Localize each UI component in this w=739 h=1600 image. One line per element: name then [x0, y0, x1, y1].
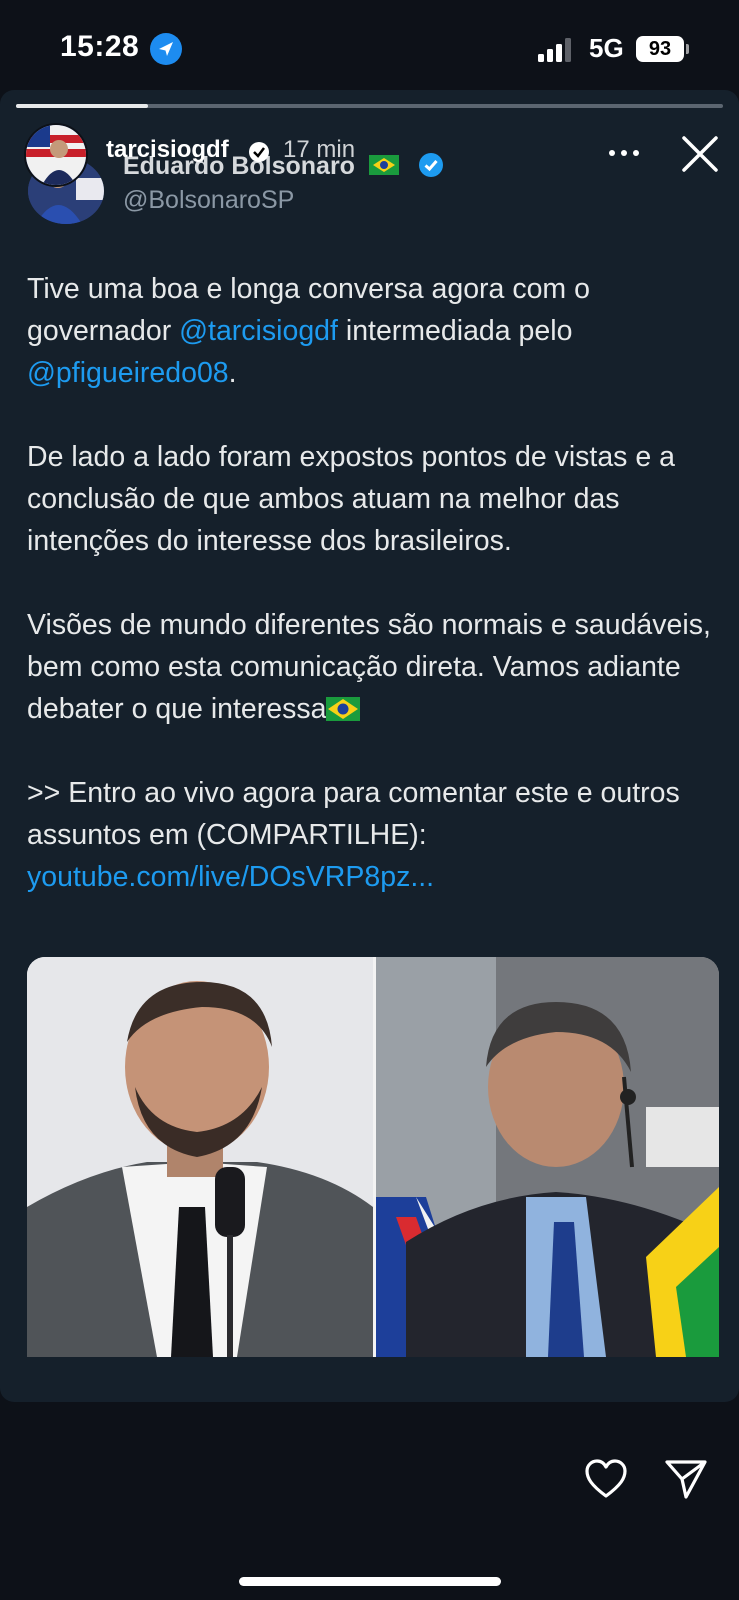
like-button[interactable] [583, 1458, 629, 1500]
status-time: 15:28 [60, 30, 140, 63]
tweet-text: Tive uma boa e longa conversa agora com … [27, 268, 717, 898]
more-options-button[interactable] [605, 140, 643, 166]
cellular-signal-icon [538, 38, 578, 62]
network-type: 5G [589, 33, 624, 63]
brazil-flag-icon [326, 697, 361, 721]
tweet-link[interactable]: youtube.com/live/DOsVRP8pz... [27, 856, 717, 898]
youtube-link[interactable]: youtube.com/live/DOsVRP8pz... [27, 861, 434, 893]
location-arrow-icon [150, 33, 182, 65]
photo-right [376, 957, 719, 1357]
tweet-paragraph-2: De lado a lado foram expostos pontos de … [27, 441, 675, 557]
tweet-text-segment: intermediada pelo [337, 315, 573, 347]
verified-badge-icon [418, 152, 444, 178]
tweet-paragraph-4: >> Entro ao vivo agora para comentar est… [27, 777, 680, 851]
verified-badge-icon [249, 142, 269, 162]
more-horizontal-icon [609, 150, 639, 156]
tweet-image[interactable] [27, 957, 719, 1357]
status-bar: 15:28 5G 93 [0, 0, 739, 100]
mention-link[interactable]: @pfigueiredo08 [27, 357, 229, 389]
tweet-text-segment: . [228, 357, 237, 389]
tweet-author-handle: @BolsonaroSP [123, 186, 295, 214]
heart-icon [585, 1459, 627, 1498]
close-button[interactable] [680, 134, 720, 174]
story-time-ago: 17 min [283, 136, 356, 163]
photo-left [27, 957, 373, 1357]
tweet-paragraph-3: Visões de mundo diferentes são normais e… [27, 604, 717, 730]
paper-plane-icon [665, 1460, 707, 1499]
battery-icon: 93 [636, 36, 684, 62]
brazil-flag-icon [369, 155, 399, 175]
battery-tip [686, 44, 689, 54]
home-indicator[interactable] [239, 1577, 501, 1586]
mention-link[interactable]: @tarcisiogdf [179, 315, 338, 347]
story-avatar[interactable] [24, 123, 88, 187]
share-button[interactable] [664, 1458, 708, 1500]
tweet-paragraph-1: Tive uma boa e longa conversa agora com … [27, 268, 717, 394]
tweet-text-segment: Visões de mundo diferentes são normais e… [27, 609, 711, 725]
story-progress-fill [16, 104, 148, 108]
story-username[interactable]: tarcisiogdf [106, 136, 229, 164]
close-icon [682, 136, 718, 172]
